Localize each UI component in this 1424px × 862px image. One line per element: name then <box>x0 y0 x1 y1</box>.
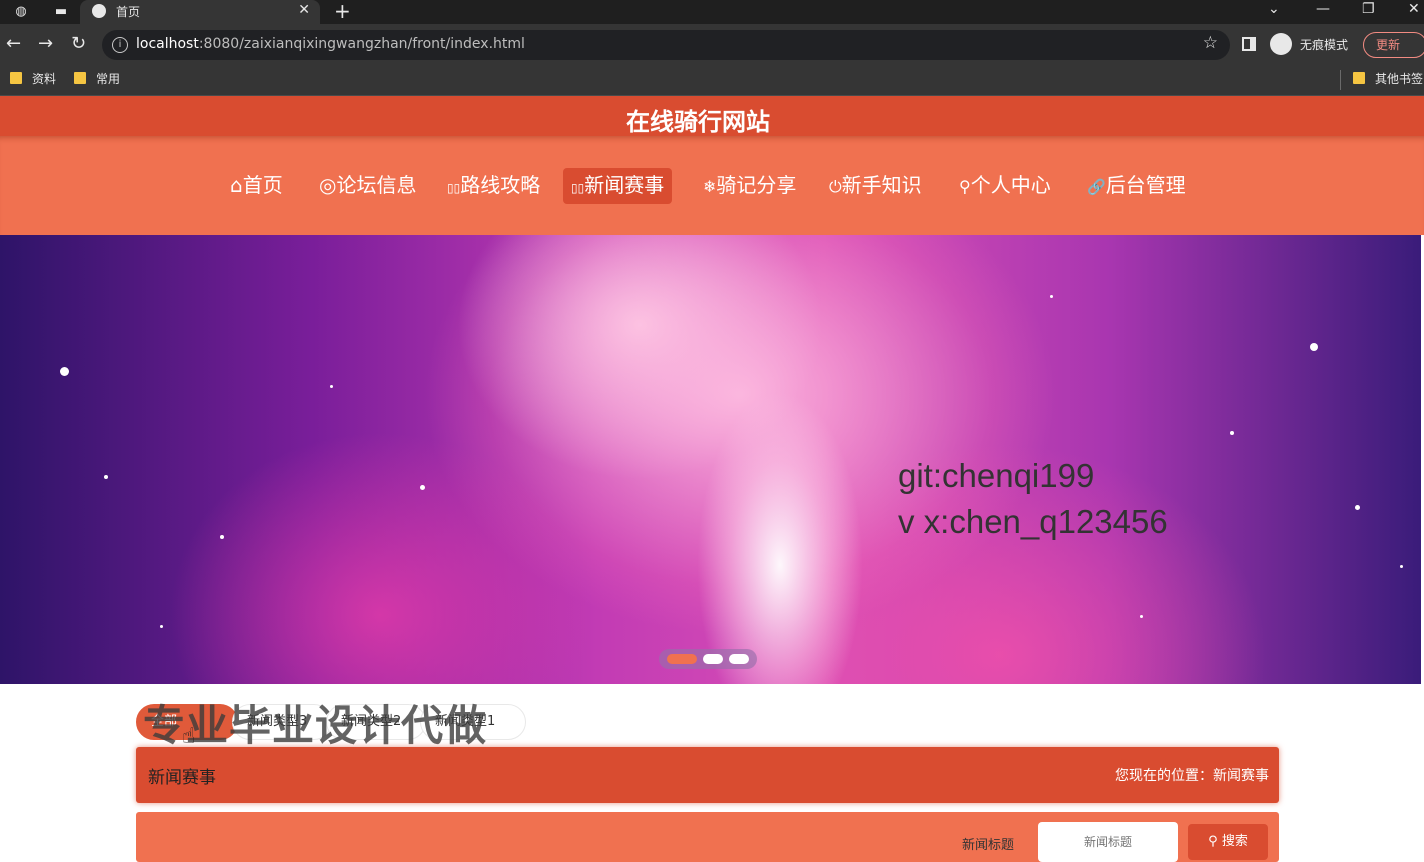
banner-line-2: v x:chen_q123456 <box>898 503 1168 540</box>
bookmark-separator <box>1340 70 1341 90</box>
chevron-down-icon[interactable]: ⌄ <box>1268 0 1280 18</box>
browser-menu-icon[interactable]: ◍ <box>12 3 30 21</box>
star-decoration <box>1400 565 1403 568</box>
bookmark-folder[interactable]: 常用 <box>74 71 120 87</box>
close-icon[interactable]: ✕ <box>298 2 310 18</box>
bookmark-star-icon[interactable]: ☆ <box>1203 33 1218 53</box>
folder-icon <box>74 72 86 84</box>
incognito-label: 无痕模式 <box>1300 38 1349 52</box>
star-decoration <box>104 475 108 479</box>
globe-icon <box>92 4 106 18</box>
site-title: 在线骑行网站 <box>626 108 770 136</box>
browser-tab[interactable]: 首页 ✕ <box>80 0 320 24</box>
browser-toolbar: ← → ↻ i localhost:8080/zaixianqixingwang… <box>0 24 1424 64</box>
star-decoration <box>1310 343 1318 351</box>
news-section: 全部 新闻类型3 新闻类型2 新闻类型1 专业毕业设计代做 ☝ 新闻赛事 您现在… <box>0 684 1424 862</box>
carousel-indicators <box>659 649 757 669</box>
update-button[interactable]: 更新 <box>1363 32 1424 58</box>
folder-icon <box>10 72 22 84</box>
star-decoration <box>1355 505 1360 510</box>
bookmarks-bar: 资料 常用 其他书签 <box>0 64 1424 96</box>
search-icon: ⚲ <box>1208 834 1222 849</box>
home-icon: ⌂ <box>230 173 243 197</box>
forum-icon: ◎ <box>319 173 337 197</box>
search-label: 新闻标题 <box>962 838 1015 853</box>
star-decoration <box>220 535 224 539</box>
section-title: 新闻赛事 <box>148 768 216 788</box>
carousel-dot[interactable] <box>667 654 697 664</box>
star-decoration <box>1230 431 1234 435</box>
user-icon: ⚲ <box>959 177 971 196</box>
snowflake-icon: ❄ <box>703 177 717 196</box>
banner-carousel[interactable]: git:chenqi199 v x:chen_q123456 <box>0 235 1421 684</box>
other-bookmarks[interactable]: 其他书签 <box>1353 71 1423 87</box>
incognito-icon <box>1270 33 1292 55</box>
nav-item-admin[interactable]: 🔗后台管理 <box>1079 168 1194 204</box>
main-nav: ⌂首页 ◎论坛信息 ▯▯路线攻略 ▯▯新闻赛事 ❄骑记分享 ⏻新手知识 ⚲个人中… <box>0 136 1424 235</box>
banner-caption: git:chenqi199 v x:chen_q123456 <box>898 453 1168 545</box>
star-decoration <box>420 485 425 490</box>
reload-icon[interactable]: ↻ <box>71 32 86 56</box>
search-input[interactable] <box>1038 822 1178 862</box>
new-tab-button[interactable]: + <box>334 0 351 22</box>
banner-line-1: git:chenqi199 <box>898 457 1095 494</box>
star-decoration <box>1050 295 1053 298</box>
close-window-button[interactable]: ✕ <box>1408 0 1420 18</box>
star-decoration <box>1140 615 1143 618</box>
side-panel-icon[interactable] <box>1242 37 1256 51</box>
restore-button[interactable]: ❐ <box>1362 0 1375 18</box>
nav-item-profile[interactable]: ⚲个人中心 <box>951 168 1059 204</box>
grid-icon: ▯▯ <box>447 181 461 195</box>
nav-item-beginner[interactable]: ⏻新手知识 <box>821 168 930 204</box>
info-icon[interactable]: i <box>112 37 128 53</box>
address-bar[interactable]: i localhost:8080/zaixianqixingwangzhan/f… <box>102 30 1230 60</box>
search-button[interactable]: ⚲ 搜索 <box>1188 824 1268 860</box>
nav-item-ride-share[interactable]: ❄骑记分享 <box>695 168 804 204</box>
carousel-dot[interactable] <box>729 654 749 664</box>
news-icon: ▯▯ <box>571 181 585 195</box>
forward-icon[interactable]: → <box>38 32 53 56</box>
search-bar: 新闻标题 ⚲ 搜索 <box>136 812 1279 862</box>
star-decoration <box>160 625 163 628</box>
minimize-button[interactable]: — <box>1316 0 1330 18</box>
carousel-dot[interactable] <box>703 654 723 664</box>
folder-icon <box>1353 72 1365 84</box>
browser-tab-bar: ◍ ▬ 首页 ✕ + ⌄ — ❐ ✕ <box>0 0 1424 24</box>
url-text[interactable]: localhost:8080/zaixianqixingwangzhan/fro… <box>136 36 525 52</box>
link-icon: 🔗 <box>1087 178 1106 196</box>
nav-item-routes[interactable]: ▯▯路线攻略 <box>439 168 548 204</box>
breadcrumb: 新闻赛事 您现在的位置：新闻赛事 <box>136 747 1279 803</box>
bookmark-folder[interactable]: 资料 <box>10 71 56 87</box>
power-icon: ⏻ <box>829 177 842 196</box>
tab-title: 首页 <box>116 5 141 19</box>
star-decoration <box>330 385 333 388</box>
nav-item-news[interactable]: ▯▯新闻赛事 <box>563 168 673 204</box>
location-label: 您现在的位置：新闻赛事 <box>1115 768 1269 784</box>
hand-cursor-icon: ☝ <box>182 724 196 749</box>
star-decoration <box>60 367 69 376</box>
site-header: 在线骑行网站 <box>0 96 1424 136</box>
back-icon[interactable]: ← <box>6 32 21 56</box>
tab-group-icon[interactable]: ▬ <box>52 3 70 21</box>
nav-item-forum[interactable]: ◎论坛信息 <box>311 168 424 204</box>
nav-item-home[interactable]: ⌂首页 <box>222 168 291 204</box>
